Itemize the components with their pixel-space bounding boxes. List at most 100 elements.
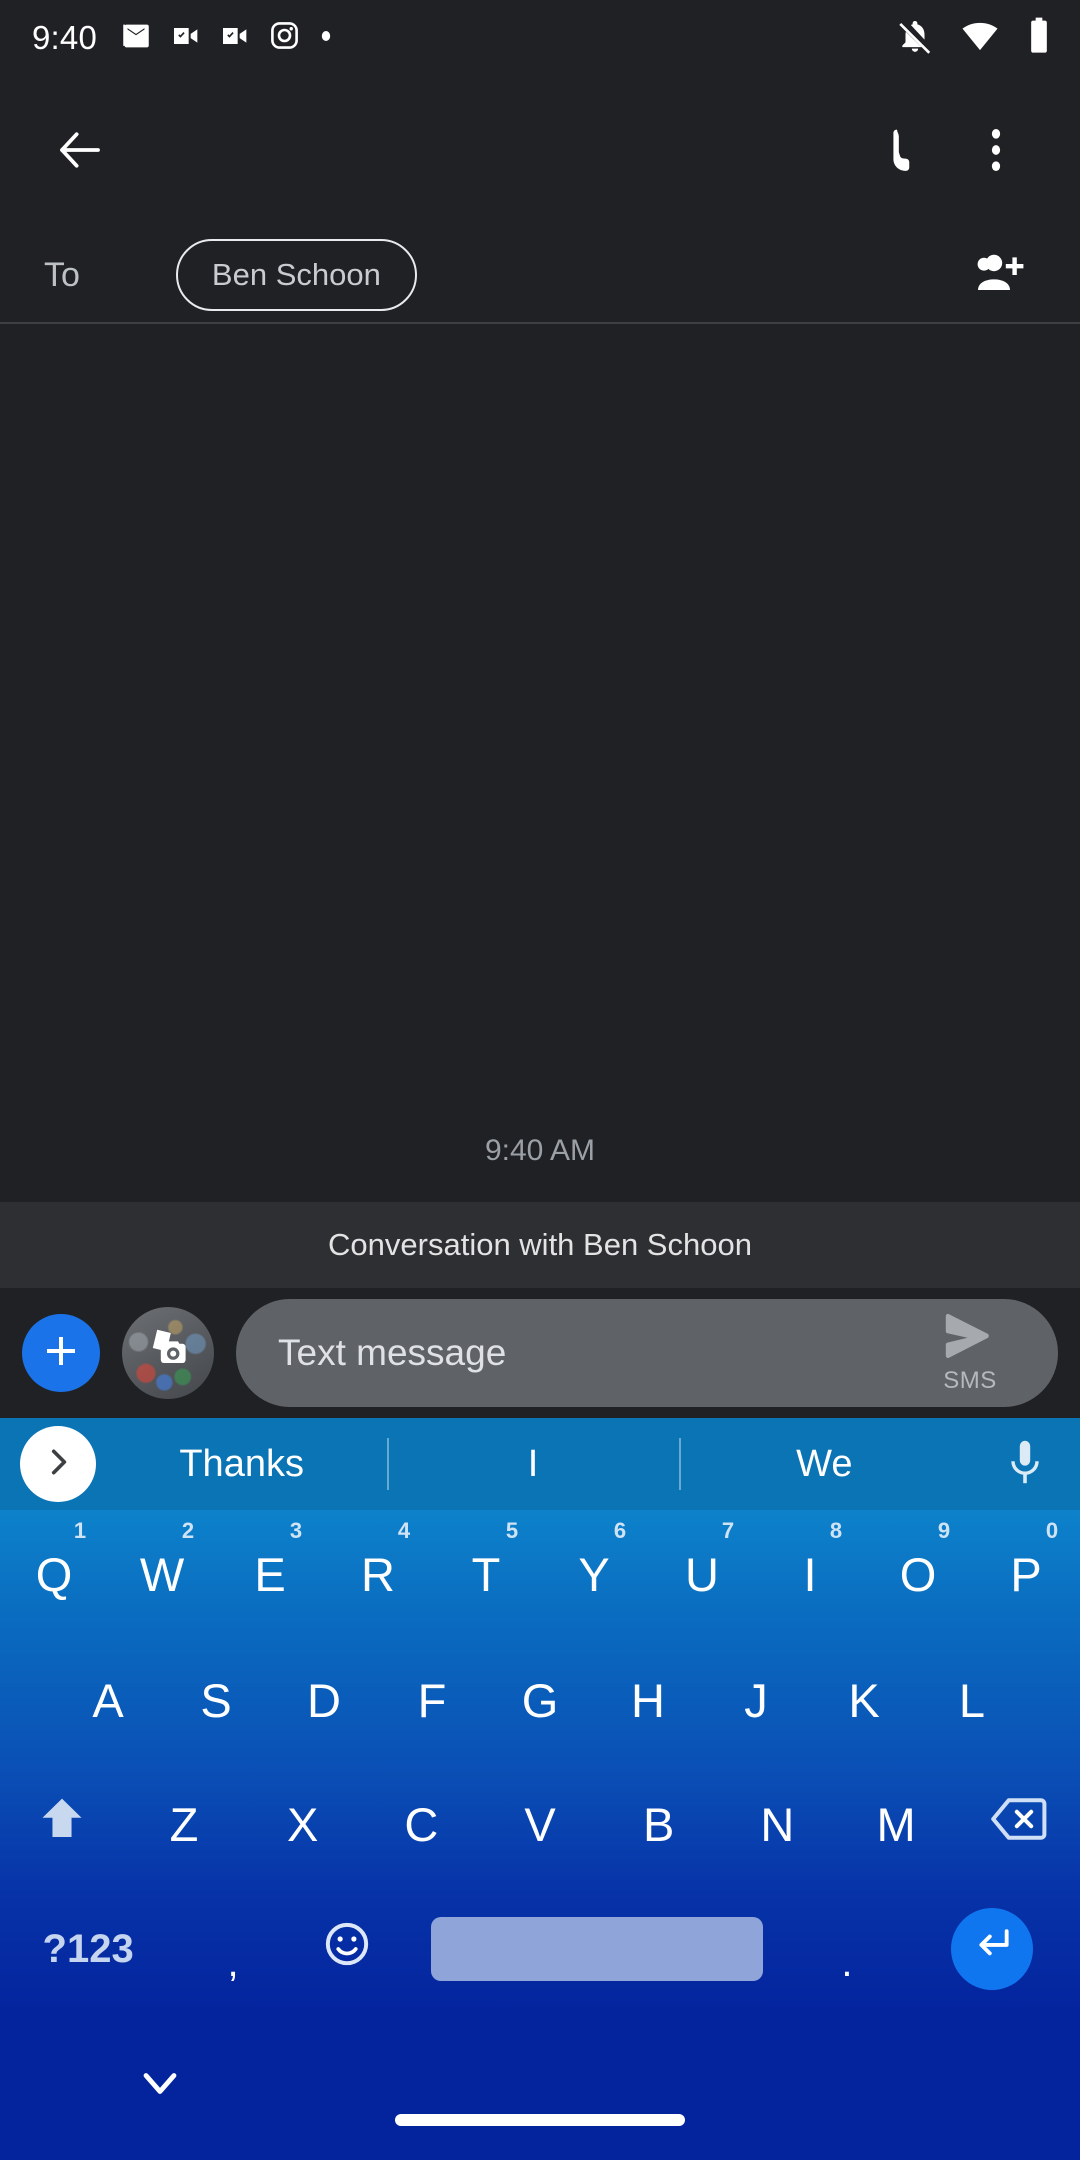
key-d[interactable]: D <box>270 1638 378 1762</box>
keyboard-row-2: A S D F G H J K L <box>0 1638 1080 1762</box>
messaging-app-screen: 9:40 To Ben Schoon 9:40 AM Conversation … <box>0 0 1080 2160</box>
home-gesture-pill[interactable] <box>395 2114 685 2126</box>
key-c[interactable]: C <box>362 1762 481 1886</box>
navigation-bar <box>0 2012 1080 2160</box>
suggestion-item-0[interactable]: Thanks <box>96 1418 387 1510</box>
key-i[interactable]: 8I <box>756 1510 864 1638</box>
add-attachment-button[interactable] <box>22 1314 100 1392</box>
key-e-number: 3 <box>289 1518 303 1543</box>
key-p-number: 0 <box>1045 1518 1059 1543</box>
recipient-row[interactable]: To Ben Schoon <box>0 228 1080 324</box>
plus-icon <box>41 1331 81 1376</box>
send-icon <box>941 1312 999 1365</box>
app-bar <box>0 76 1080 228</box>
key-b[interactable]: B <box>599 1762 718 1886</box>
key-s[interactable]: S <box>162 1638 270 1762</box>
suggestion-list: Thanks I We <box>96 1418 970 1510</box>
video-message-icon <box>219 20 251 57</box>
key-u[interactable]: 7U <box>648 1510 756 1638</box>
key-e-label: E <box>254 1547 286 1601</box>
keyboard-keys: 1Q 2W 3E 4R 5T 6Y 7U 8I 9O 0P A S D F G … <box>0 1510 1080 2012</box>
keyboard-row-4: ?123 , . <box>0 1886 1080 2012</box>
key-v[interactable]: V <box>481 1762 600 1886</box>
message-list[interactable]: 9:40 AM <box>0 324 1080 1202</box>
message-input-field[interactable]: Text message SMS <box>236 1299 1058 1407</box>
key-z[interactable]: Z <box>125 1762 244 1886</box>
key-h[interactable]: H <box>594 1638 702 1762</box>
key-y[interactable]: 6Y <box>540 1510 648 1638</box>
suggestion-item-1[interactable]: I <box>387 1418 678 1510</box>
key-w[interactable]: 2W <box>108 1510 216 1638</box>
key-p[interactable]: 0P <box>972 1510 1080 1638</box>
gmail-icon <box>119 19 153 58</box>
send-button[interactable]: SMS <box>916 1312 1024 1395</box>
key-p-label: P <box>1010 1547 1042 1601</box>
suggestion-item-2[interactable]: We <box>678 1418 970 1510</box>
instagram-icon <box>268 19 301 57</box>
conversation-banner: Conversation with Ben Schoon <box>0 1202 1080 1288</box>
status-bar-notification-icons <box>119 19 334 58</box>
keyboard-row-3: Z X C V B N M <box>0 1762 1080 1886</box>
emoji-key[interactable] <box>290 1886 404 2012</box>
key-q[interactable]: 1Q <box>0 1510 108 1638</box>
compose-bar: Text message SMS <box>0 1288 1080 1418</box>
period-key[interactable]: . <box>790 1886 904 2012</box>
key-a[interactable]: A <box>54 1638 162 1762</box>
shift-arrow-icon <box>36 1793 88 1856</box>
key-u-number: 7 <box>721 1518 735 1543</box>
wifi-icon <box>960 16 1000 61</box>
comma-key[interactable]: , <box>176 1886 290 2012</box>
phone-icon <box>883 125 933 180</box>
key-o[interactable]: 9O <box>864 1510 972 1638</box>
key-e[interactable]: 3E <box>216 1510 324 1638</box>
overflow-menu-button[interactable] <box>952 108 1040 196</box>
key-l[interactable]: L <box>918 1638 1026 1762</box>
key-t-label: T <box>471 1547 501 1601</box>
key-k[interactable]: K <box>810 1638 918 1762</box>
backspace-key[interactable] <box>955 1762 1080 1886</box>
video-message-icon <box>170 20 202 57</box>
voice-input-button[interactable] <box>970 1438 1080 1491</box>
more-vert-icon <box>976 125 1016 180</box>
battery-full-icon <box>1026 16 1052 61</box>
key-w-label: W <box>139 1547 185 1601</box>
enter-key[interactable] <box>904 1886 1080 2012</box>
space-bar <box>430 1917 764 1981</box>
back-button[interactable] <box>36 108 124 196</box>
key-t-number: 5 <box>505 1518 519 1543</box>
add-contact-button[interactable] <box>956 231 1044 319</box>
key-q-label: Q <box>35 1547 73 1601</box>
space-key[interactable] <box>404 1886 791 2012</box>
recipient-chip[interactable]: Ben Schoon <box>175 239 417 311</box>
key-j[interactable]: J <box>702 1638 810 1762</box>
expand-suggestions-button[interactable] <box>20 1426 96 1502</box>
key-o-label: O <box>899 1547 937 1601</box>
chevron-right-icon <box>41 1445 75 1484</box>
microphone-icon <box>1005 1438 1045 1491</box>
key-y-label: Y <box>578 1547 610 1601</box>
camera-gallery-icon <box>138 1323 198 1384</box>
key-n[interactable]: N <box>718 1762 837 1886</box>
chevron-down-icon <box>140 2073 180 2103</box>
key-r-label: R <box>361 1547 395 1601</box>
symbols-key[interactable]: ?123 <box>0 1886 176 2012</box>
key-r[interactable]: 4R <box>324 1510 432 1638</box>
key-t[interactable]: 5T <box>432 1510 540 1638</box>
emoji-smiley-icon <box>322 1919 372 1980</box>
status-bar-system-icons <box>896 16 1052 61</box>
key-f[interactable]: F <box>378 1638 486 1762</box>
shift-key[interactable] <box>0 1762 125 1886</box>
conversation-banner-text: Conversation with Ben Schoon <box>328 1227 752 1262</box>
key-u-label: U <box>685 1547 719 1601</box>
key-g[interactable]: G <box>486 1638 594 1762</box>
key-i-label: I <box>803 1547 817 1601</box>
recipient-chip-label: Ben Schoon <box>211 257 381 292</box>
camera-gallery-button[interactable] <box>122 1307 214 1399</box>
add-people-icon <box>974 250 1026 301</box>
keyboard-row-1: 1Q 2W 3E 4R 5T 6Y 7U 8I 9O 0P <box>0 1510 1080 1638</box>
notifications-off-icon <box>896 17 934 60</box>
key-x[interactable]: X <box>243 1762 362 1886</box>
key-m[interactable]: M <box>837 1762 956 1886</box>
call-button[interactable] <box>864 108 952 196</box>
hide-keyboard-button[interactable] <box>140 2069 180 2104</box>
